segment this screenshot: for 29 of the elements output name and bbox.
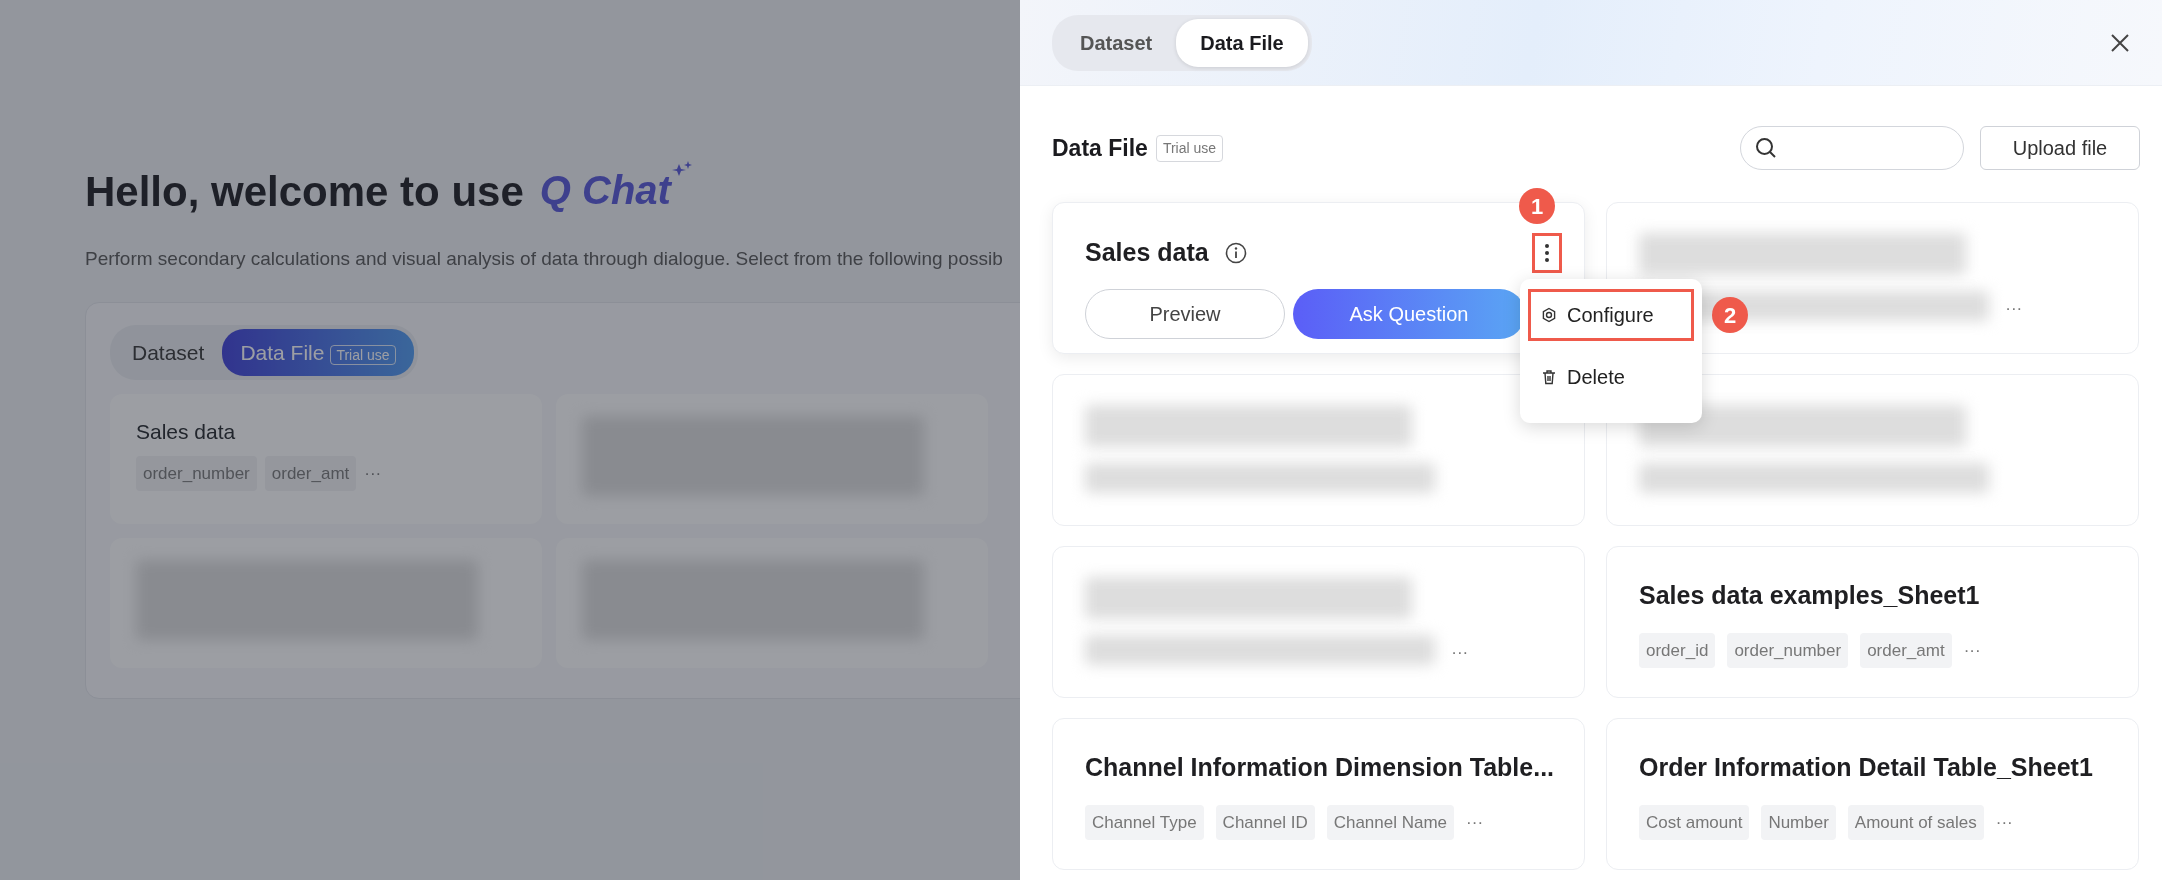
field-tag: Channel ID <box>1215 804 1315 840</box>
ellipsis: ··· <box>1963 639 1981 662</box>
field-tag: order_amt <box>264 455 357 491</box>
card-title: Sales data examples_Sheet1 <box>1639 580 1981 611</box>
section-heading: Data File <box>1052 133 1148 163</box>
field-tag: order_number <box>136 455 257 491</box>
trial-badge: Trial use <box>330 344 396 365</box>
ellipsis: ··· <box>2005 297 2023 320</box>
field-tag: order_id <box>1639 632 1716 668</box>
field-tag: Channel Name <box>1326 804 1455 840</box>
page-subtitle: Perform secondary calculations and visual analysis of data through dialogue. Select from the following possib <box>85 247 1004 271</box>
card-title: Channel Information Dimension Table... <box>1085 752 1552 783</box>
field-tag: Number <box>1761 804 1836 840</box>
ellipsis: ··· <box>1995 811 2013 834</box>
brand-logo-text: Q Chat <box>539 167 671 214</box>
trial-badge: Trial use <box>1155 134 1224 162</box>
field-tag: Channel Type <box>1085 804 1204 840</box>
field-tag: order_number <box>1727 632 1849 668</box>
ellipsis: ··· <box>1451 641 1469 664</box>
ellipsis: ··· <box>1466 811 1484 834</box>
step-marker: 1 <box>1519 188 1555 224</box>
card-title: Sales data <box>136 419 237 445</box>
card-title: Order Information Detail Table_Sheet1 <box>1639 752 2094 783</box>
field-tag: order_amt <box>1860 632 1952 668</box>
page-title: Hello, welcome to use <box>85 167 524 217</box>
ellipsis: ··· <box>364 462 382 485</box>
field-tag: Amount of sales <box>1847 804 1984 840</box>
field-tag: Cost amount <box>1639 804 1750 840</box>
card-title: Sales data <box>1085 237 1209 269</box>
